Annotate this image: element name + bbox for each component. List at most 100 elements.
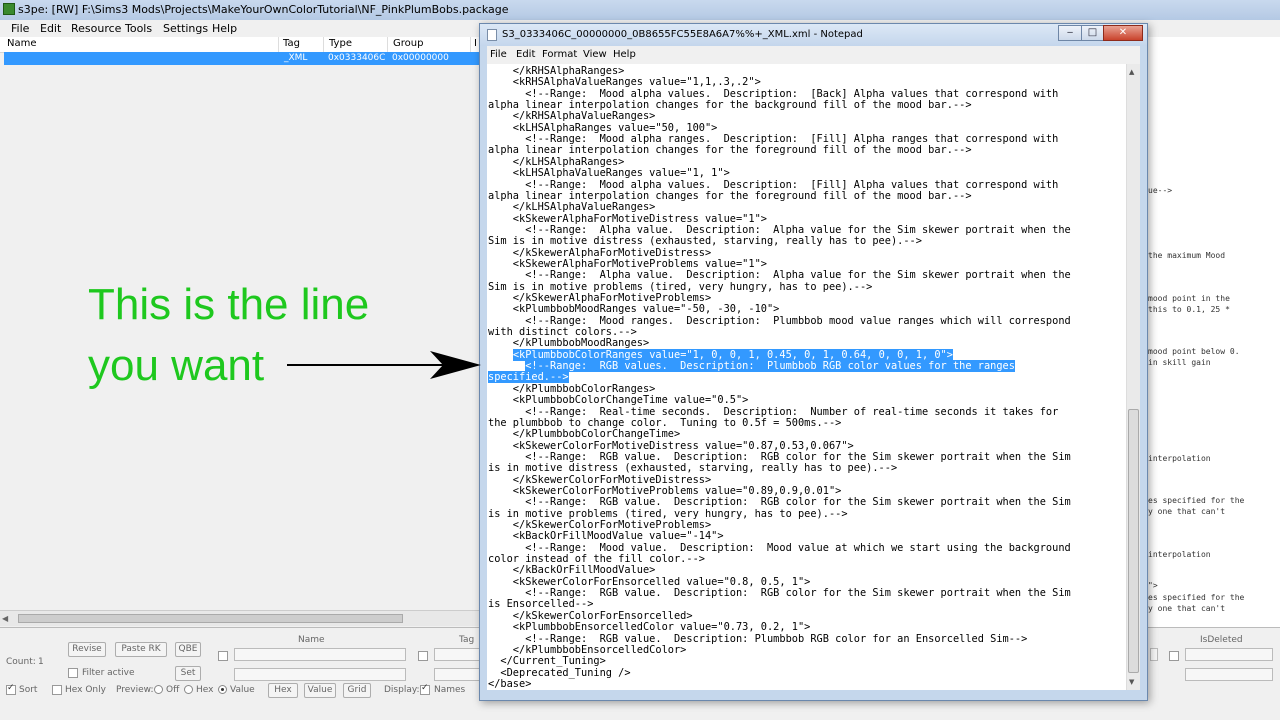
- notepad-menu-file[interactable]: File: [490, 49, 507, 60]
- code-line: is in motive problems (tired, very hungr…: [488, 507, 848, 520]
- notepad-menu-format[interactable]: Format: [542, 49, 577, 60]
- code-line: <!--Range: RGB value. Description: Plumb…: [488, 632, 1028, 645]
- resource-list-row[interactable]: _XML 0x0333406C 0x00000000: [4, 52, 480, 65]
- s3pe-menu-help[interactable]: Help: [212, 22, 237, 35]
- scroll-up-icon[interactable]: ▲: [1129, 68, 1134, 76]
- code-line: <kPlumbbobEnsorcelledColor value="0.73, …: [488, 621, 811, 634]
- code-line: <kSkewerColorForMotiveDistress value="0.…: [488, 439, 854, 452]
- tag-value-input[interactable]: [434, 668, 480, 681]
- column-name[interactable]: Name: [7, 38, 37, 49]
- notepad-menubar: File Edit Format View Help: [487, 46, 1140, 64]
- set-button[interactable]: Set: [175, 666, 201, 681]
- code-line: <Deprecated_Tuning />: [488, 666, 631, 679]
- paste-rk-button[interactable]: Paste RK: [115, 642, 167, 657]
- code-line: </kSkewerColorForMotiveProblems>: [488, 519, 712, 531]
- name-filter-checkbox[interactable]: [218, 651, 228, 661]
- sort-label: Sort: [19, 685, 38, 695]
- notepad-text-area[interactable]: </kRHSAlphaRanges> <kRHSAlphaValueRanges…: [487, 64, 1126, 690]
- column-instance[interactable]: I: [474, 38, 477, 49]
- grid-button[interactable]: Grid: [343, 683, 371, 698]
- preview-panel: ue--> the maximum Mood mood point in the…: [1146, 37, 1280, 627]
- annotation-arrow-icon: [287, 351, 481, 379]
- isdeleted-filter-input[interactable]: [1185, 648, 1273, 661]
- column-tag[interactable]: Tag: [283, 38, 300, 49]
- s3pe-menu-file[interactable]: File: [11, 22, 29, 35]
- filter-active-checkbox[interactable]: [68, 668, 78, 678]
- preview-label: Preview:: [116, 685, 154, 695]
- code-line: <!--Range: Mood value. Description: Mood…: [488, 541, 1071, 554]
- s3pe-menu-settings[interactable]: Settings: [163, 22, 208, 35]
- scroll-thumb[interactable]: [18, 614, 403, 623]
- code-line: alpha linear interpolation changes for t…: [488, 189, 972, 202]
- names-checkbox[interactable]: [420, 683, 430, 695]
- notepad-menu-edit[interactable]: Edit: [516, 49, 535, 60]
- code-line: <kPlumbbobColorChangeTime value="0.5">: [488, 394, 749, 407]
- resource-list-area[interactable]: [0, 66, 480, 610]
- code-line: alpha linear interpolation changes for t…: [488, 99, 972, 112]
- code-line: </kSkewerAlphaForMotiveProblems>: [488, 292, 712, 304]
- code-line: <!--Range: RGB value. Description: RGB c…: [488, 496, 1071, 509]
- code-line: </kPlumbbobColorRanges>: [488, 382, 656, 395]
- scroll-left-icon[interactable]: ◀: [2, 614, 8, 623]
- qbe-button[interactable]: QBE: [175, 642, 201, 657]
- s3pe-menu-resource[interactable]: Resource: [71, 22, 121, 35]
- code-line: </kPlumbbobMoodRanges>: [488, 337, 650, 350]
- notepad-menu-view[interactable]: View: [583, 49, 607, 60]
- display-label: Display:: [384, 685, 420, 695]
- filter-isdeleted-label: IsDeleted: [1200, 635, 1243, 645]
- notepad-window-title: S3_0333406C_00000000_0B8655FC55E8A6A7%%+…: [502, 29, 863, 40]
- notepad-window: S3_0333406C_00000000_0B8655FC55E8A6A7%%+…: [479, 23, 1148, 701]
- code-line: <!--Range: Mood alpha values. Descriptio…: [488, 87, 1059, 100]
- selection-highlight: <kPlumbbobColorRanges value="1, 0, 0, 1,…: [512, 348, 953, 361]
- s3pe-titlebar: s3pe: [RW] F:\Sims3 Mods\Projects\MakeYo…: [0, 0, 1280, 20]
- minimize-icon[interactable]: ‒: [1058, 25, 1082, 41]
- notepad-menu-help[interactable]: Help: [613, 49, 636, 60]
- code-line: </kBackOrFillMoodValue>: [488, 564, 656, 577]
- code-line: with distinct colors.-->: [488, 326, 637, 339]
- preview-text: mood point below 0.: [1148, 347, 1240, 356]
- hex-button[interactable]: Hex: [268, 683, 298, 698]
- filter-tag-label: Tag: [459, 635, 475, 645]
- count-value: 1: [38, 657, 44, 667]
- preview-off-radio[interactable]: [154, 685, 163, 694]
- preview-text: the maximum Mood: [1148, 251, 1226, 260]
- code-line: <kSkewerColorForMotiveProblems value="0.…: [488, 484, 842, 497]
- s3pe-menu-edit[interactable]: Edit: [40, 22, 61, 35]
- selected-code-line: <kPlumbbobColorRanges value="1, 0, 0, 1,…: [488, 348, 953, 361]
- code-line: </Current_Tuning>: [488, 655, 606, 668]
- scroll-down-icon[interactable]: ▼: [1129, 678, 1134, 686]
- filter-input-right[interactable]: [1150, 648, 1158, 661]
- tag-filter-checkbox[interactable]: [418, 651, 428, 661]
- resource-list-hscrollbar[interactable]: ◀: [0, 610, 480, 626]
- code-line: <!--Range: Mood alpha values. Descriptio…: [488, 178, 1059, 191]
- isdeleted-value-input[interactable]: [1185, 668, 1273, 681]
- maximize-icon[interactable]: □: [1081, 25, 1104, 41]
- preview-text: ">: [1148, 581, 1158, 590]
- hex-only-checkbox[interactable]: [52, 685, 62, 695]
- preview-value-radio[interactable]: [218, 685, 227, 694]
- notepad-vscrollbar[interactable]: ▲ ▼: [1126, 64, 1140, 690]
- name-filter-input[interactable]: [234, 648, 406, 661]
- isdeleted-filter-checkbox[interactable]: [1169, 651, 1179, 661]
- code-line: </kSkewerAlphaForMotiveDistress>: [488, 246, 712, 259]
- code-line: <!--Range: RGB value. Description: RGB c…: [488, 450, 1071, 463]
- code-line: <kLHSAlphaRanges value="50, 100">: [488, 121, 718, 134]
- code-line: <kSkewerColorForEnsorcelled value="0.8, …: [488, 575, 811, 588]
- close-icon[interactable]: ✕: [1103, 25, 1143, 41]
- value-button[interactable]: Value: [304, 683, 336, 698]
- name-value-input[interactable]: [234, 668, 406, 681]
- revise-button[interactable]: Revise: [68, 642, 106, 657]
- column-type[interactable]: Type: [329, 38, 352, 49]
- code-line: </kPlumbbobEnsorcelledColor>: [488, 643, 687, 656]
- notepad-titlebar[interactable]: S3_0333406C_00000000_0B8655FC55E8A6A7%%+…: [480, 24, 1147, 46]
- preview-hex-radio[interactable]: [184, 685, 193, 694]
- code-line: </kSkewerColorForMotiveDistress>: [488, 473, 712, 486]
- preview-text: in skill gain: [1148, 358, 1211, 367]
- preview-text: mood point in the: [1148, 294, 1230, 303]
- column-group[interactable]: Group: [393, 38, 423, 49]
- preview-text: this to 0.1, 25 *: [1148, 305, 1230, 314]
- tag-filter-input[interactable]: [434, 648, 480, 661]
- notepad-scroll-thumb[interactable]: [1128, 409, 1139, 673]
- sort-checkbox[interactable]: [6, 683, 16, 695]
- s3pe-menu-tools[interactable]: Tools: [125, 22, 152, 35]
